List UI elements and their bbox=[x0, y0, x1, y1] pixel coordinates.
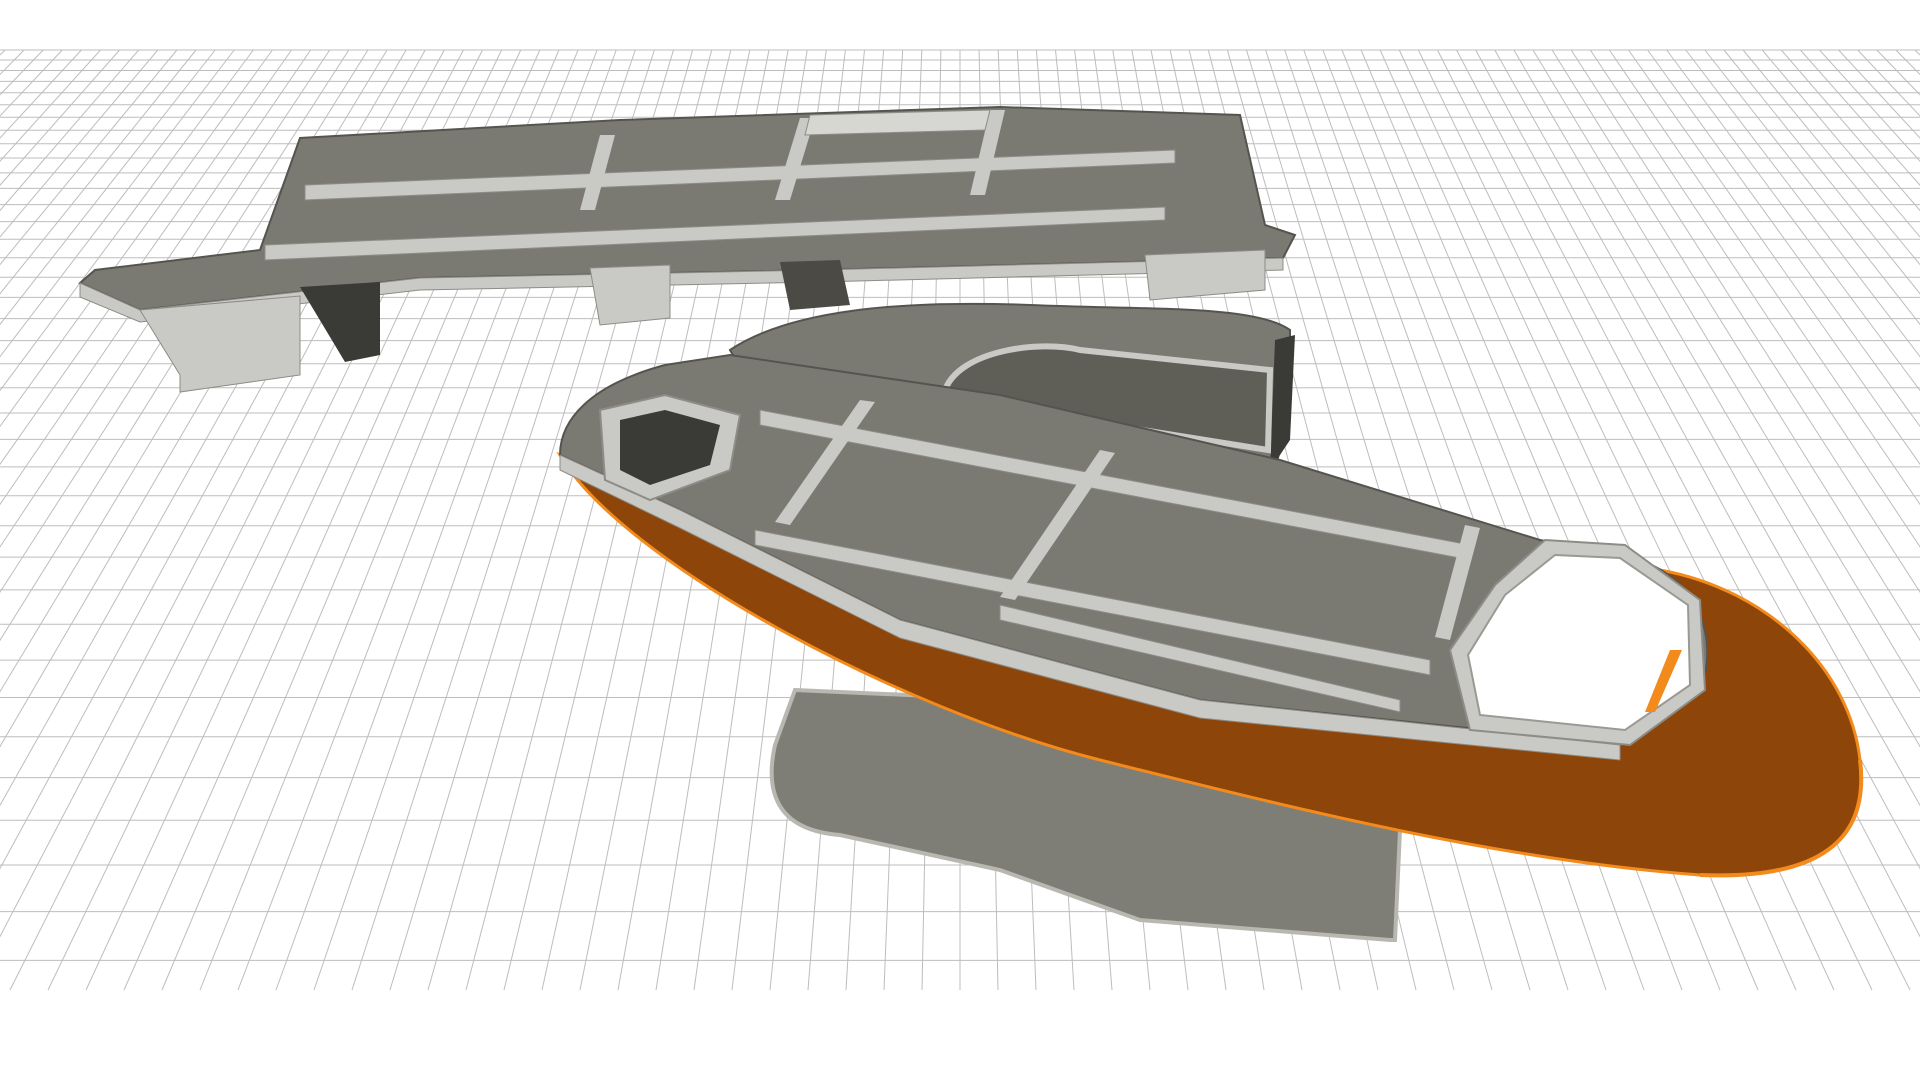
grid-line-v bbox=[1838, 49, 1920, 139]
3d-viewport[interactable] bbox=[0, 0, 1920, 1080]
grid-line-v bbox=[1857, 49, 1920, 117]
grid-line-v bbox=[0, 49, 140, 212]
grid-line-v bbox=[0, 49, 44, 96]
hull-structure[interactable] bbox=[558, 302, 1709, 761]
grid-line-v bbox=[0, 49, 101, 162]
rear-deck-opening-mid bbox=[780, 260, 850, 310]
grid-line-v bbox=[0, 49, 159, 238]
grid-line-v bbox=[0, 49, 273, 428]
grid-line-v bbox=[0, 49, 82, 139]
rear-deck-wall-mid bbox=[589, 264, 671, 326]
grid-line-v bbox=[1819, 49, 1920, 162]
grid-line-v bbox=[0, 49, 235, 358]
grid-line-v bbox=[1876, 49, 1920, 96]
grid-line-v bbox=[0, 49, 63, 117]
grid-line-v bbox=[0, 49, 25, 76]
grid-line-v bbox=[0, 49, 178, 266]
scene-canvas[interactable] bbox=[0, 0, 1920, 1080]
grid-line-v bbox=[0, 49, 292, 466]
grid-line-v bbox=[0, 49, 6, 56]
grid-line-v bbox=[0, 49, 216, 326]
grid-line-v bbox=[0, 49, 197, 295]
rear-deck-wall-right bbox=[1144, 249, 1266, 301]
rear-deck-opening-left bbox=[300, 282, 380, 362]
grid-line-v bbox=[1914, 49, 1920, 56]
grid-line-v bbox=[1895, 49, 1920, 76]
